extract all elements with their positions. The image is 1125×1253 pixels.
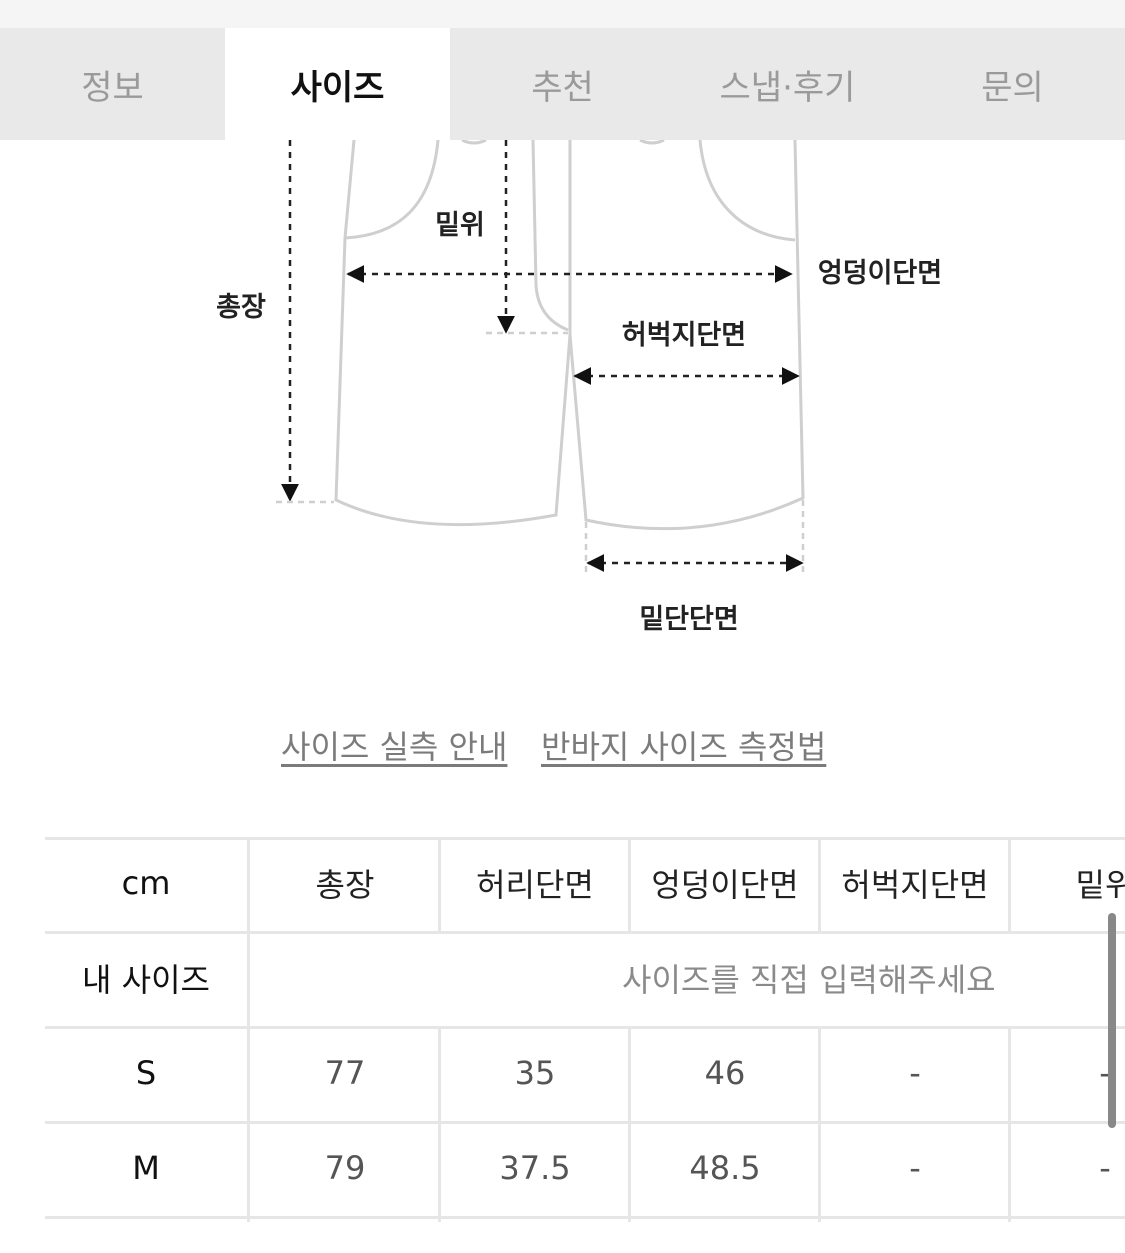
my-size-input[interactable]: 사이즈를 직접 입력해주세요 xyxy=(250,932,1125,1024)
table-divider xyxy=(1008,837,1011,931)
hem-label: 밑단단면 xyxy=(639,604,738,635)
table-row: M 79 37.5 48.5 - - xyxy=(45,1122,1125,1214)
table-divider xyxy=(818,1026,821,1222)
table-cell: 35 xyxy=(514,1054,556,1092)
table-divider xyxy=(628,837,631,931)
table-divider xyxy=(247,837,250,1222)
table-divider xyxy=(1008,1026,1011,1222)
tab-bar: 정보 사이즈 추천 스냅·후기 문의 xyxy=(0,28,1125,140)
table-divider xyxy=(45,931,1125,934)
column-header: 총장 xyxy=(315,866,375,904)
measure-method-link[interactable]: 반바지 사이즈 측정법 xyxy=(541,722,826,768)
hip-label: 엉덩이단면 xyxy=(818,258,942,289)
column-header: 허벅지단면 xyxy=(841,866,989,904)
tab-size[interactable]: 사이즈 xyxy=(225,28,450,140)
table-divider xyxy=(45,1216,1125,1219)
table-cell: 77 xyxy=(324,1054,366,1092)
size-table: cm 총장 허리단면 엉덩이단면 허벅지단면 밑위 내 사이즈 사이즈를 직접 … xyxy=(45,837,1125,1222)
table-divider xyxy=(45,1121,1125,1124)
table-divider xyxy=(628,1026,631,1222)
table-cell: 48.5 xyxy=(689,1149,761,1187)
tab-recommend[interactable]: 추천 xyxy=(450,28,675,140)
column-header: 엉덩이단면 xyxy=(651,866,799,904)
table-cell: 37.5 xyxy=(499,1149,571,1187)
top-strip xyxy=(0,0,1125,28)
table-row: S 77 35 46 - - xyxy=(45,1027,1125,1119)
table-divider xyxy=(818,837,821,931)
table-cell: - xyxy=(1099,1149,1111,1187)
table-cell: - xyxy=(909,1054,921,1092)
table-scrollbar[interactable] xyxy=(1108,913,1116,1128)
table-divider xyxy=(45,837,1125,840)
table-cell: 46 xyxy=(704,1054,746,1092)
table-divider xyxy=(45,1026,1125,1029)
table-divider xyxy=(438,1026,441,1222)
size-info-links: 사이즈 실측 안내 반바지 사이즈 측정법 xyxy=(0,722,1125,772)
tab-inquiry[interactable]: 문의 xyxy=(900,28,1125,140)
size-guide-link[interactable]: 사이즈 실측 안내 xyxy=(281,722,507,768)
table-divider xyxy=(438,837,441,931)
my-size-label: 내 사이즈 xyxy=(82,961,210,999)
column-header: 허리단면 xyxy=(476,866,594,904)
total-length-label: 총장 xyxy=(216,292,266,323)
unit-header: cm xyxy=(121,864,171,902)
tab-info[interactable]: 정보 xyxy=(0,28,225,140)
tab-snap-review[interactable]: 스냅·후기 xyxy=(675,28,900,140)
size-label: M xyxy=(132,1149,160,1187)
size-label: S xyxy=(135,1054,157,1092)
table-cell: - xyxy=(909,1149,921,1187)
my-size-row: 내 사이즈 사이즈를 직접 입력해주세요 xyxy=(45,932,1125,1024)
table-cell: 79 xyxy=(324,1149,366,1187)
rise-label: 밑위 xyxy=(435,210,485,241)
shorts-size-diagram: 밑위 총장 엉덩이단면 허벅지단면 밑단단면 xyxy=(216,140,942,635)
table-header-row: cm 총장 허리단면 엉덩이단면 허벅지단면 밑위 xyxy=(45,837,1125,929)
thigh-label: 허벅지단면 xyxy=(622,320,746,351)
